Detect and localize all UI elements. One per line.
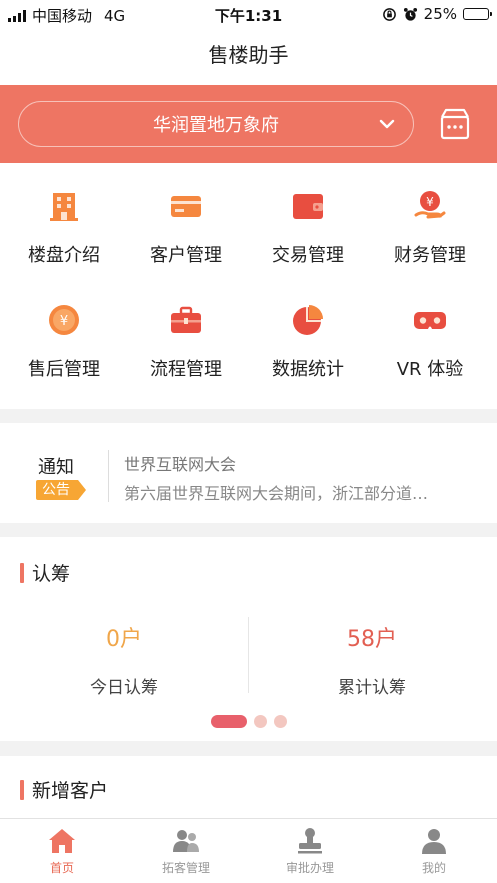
pager-dot[interactable]	[273, 715, 287, 728]
stat-today[interactable]: 0户 今日认筹	[0, 621, 248, 698]
function-menu: 楼盘介绍 客户管理 交易管理 ¥ 财务管理 ¥ 售后管理 流程管理 数据统计 V…	[0, 163, 497, 409]
project-selector[interactable]: 华润置地万象府	[18, 101, 414, 147]
vr-glasses-icon	[414, 312, 446, 329]
money-hand-icon: ¥	[414, 191, 446, 219]
new-customers-card: 新增客户	[0, 756, 497, 818]
chevron-down-icon	[379, 119, 395, 129]
menu-label: 售后管理	[28, 359, 100, 380]
status-bar: 中国移动 4G 下午1:31 25%	[0, 0, 497, 28]
today-label: 今日认筹	[90, 678, 158, 698]
pie-chart-icon	[293, 305, 323, 335]
today-value: 0户	[106, 627, 142, 652]
menu-label: 数据统计	[272, 359, 344, 380]
status-right: 25%	[382, 5, 492, 23]
page-title: 售楼助手	[0, 28, 497, 85]
stamp-icon	[298, 828, 322, 854]
tab-mine[interactable]: 我的	[372, 819, 496, 883]
menu-item-process-mgmt[interactable]: 流程管理	[124, 277, 248, 387]
notice-title: 通知	[38, 457, 74, 478]
battery-icon	[463, 8, 492, 20]
new-customers-title: 新增客户	[20, 776, 108, 803]
storefront-icon[interactable]	[438, 107, 472, 141]
stat-total[interactable]: 58户 累计认筹	[248, 621, 496, 698]
tab-approval[interactable]: 审批办理	[248, 819, 372, 883]
project-banner: 华润置地万象府	[0, 85, 497, 163]
subscription-title: 认筹	[20, 559, 70, 586]
menu-item-property-intro[interactable]: 楼盘介绍	[2, 163, 126, 273]
bottom-tab-bar: 首页 拓客管理 审批办理 我的	[0, 818, 497, 883]
notice-headline: 世界互联网大会	[124, 455, 237, 474]
tab-label: 拓客管理	[161, 861, 210, 875]
pager-dots[interactable]	[0, 715, 497, 728]
notice-divider	[108, 450, 109, 502]
menu-label: VR 体验	[396, 359, 464, 380]
project-name: 华润置地万象府	[153, 115, 279, 136]
total-value: 58户	[347, 627, 397, 652]
menu-label: 财务管理	[394, 245, 466, 266]
tab-label: 首页	[49, 861, 74, 875]
person-icon	[422, 829, 446, 854]
menu-item-finance-mgmt[interactable]: ¥ 财务管理	[368, 163, 492, 273]
announcement-badge: 公告	[36, 480, 86, 500]
notice-summary: 第六届世界互联网大会期间，浙江部分道…	[124, 484, 429, 503]
rotation-lock-icon	[382, 7, 396, 21]
pager-dot[interactable]	[253, 715, 267, 728]
building-icon	[50, 193, 78, 221]
card-icon	[171, 196, 201, 217]
wallet-icon	[293, 194, 323, 219]
subscription-card: 认筹 0户 今日认筹 58户 累计认筹	[0, 537, 497, 741]
total-label: 累计认筹	[338, 678, 406, 698]
menu-item-transaction-mgmt[interactable]: 交易管理	[246, 163, 370, 273]
menu-item-after-sales[interactable]: ¥ 售后管理	[2, 277, 126, 387]
tab-home[interactable]: 首页	[0, 819, 124, 883]
svg-text:¥: ¥	[426, 195, 434, 209]
menu-label: 客户管理	[150, 245, 222, 266]
battery-percent: 25%	[423, 5, 457, 23]
menu-label: 交易管理	[272, 245, 344, 266]
briefcase-icon	[171, 306, 201, 333]
tab-label: 审批办理	[285, 861, 334, 875]
users-icon	[173, 830, 199, 852]
svg-text:¥: ¥	[60, 314, 68, 329]
tab-customer-expansion[interactable]: 拓客管理	[124, 819, 248, 883]
menu-item-vr[interactable]: VR 体验	[368, 277, 492, 387]
notice-bar[interactable]: 通知 公告 世界互联网大会 第六届世界互联网大会期间，浙江部分道…	[0, 423, 497, 523]
home-icon	[49, 829, 75, 853]
yuan-coin-icon: ¥	[49, 305, 79, 335]
menu-item-customer-mgmt[interactable]: 客户管理	[124, 163, 248, 273]
pager-dot[interactable]	[210, 715, 247, 728]
menu-label: 流程管理	[150, 359, 222, 380]
alarm-icon	[403, 7, 417, 21]
menu-item-data-stats[interactable]: 数据统计	[246, 277, 370, 387]
tab-label: 我的	[421, 861, 446, 875]
menu-label: 楼盘介绍	[28, 245, 100, 266]
